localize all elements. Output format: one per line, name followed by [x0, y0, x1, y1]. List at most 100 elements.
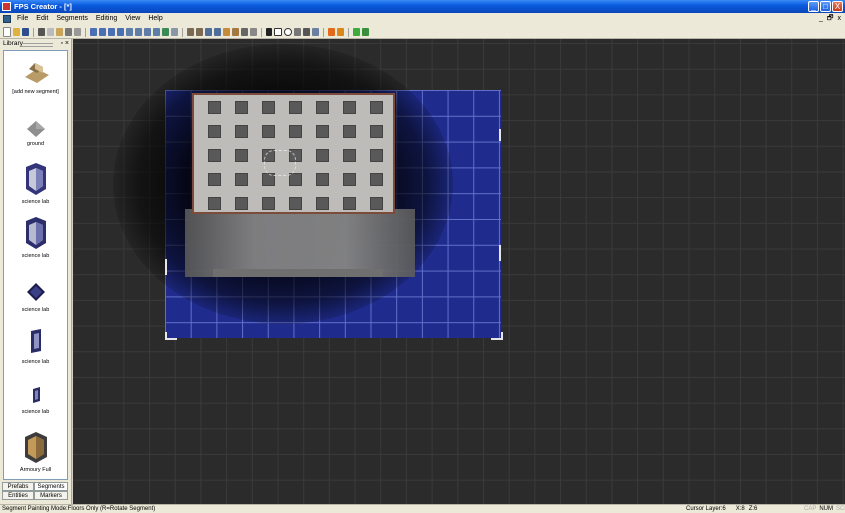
room-cell — [343, 173, 356, 186]
room-cell — [235, 149, 248, 162]
map-icon[interactable] — [162, 28, 169, 36]
library-title: Library — [3, 40, 23, 47]
library-item-label: Armoury Full — [19, 467, 52, 473]
status-cursor-layer: Cursor Layer:6 — [686, 506, 726, 512]
library-item[interactable]: science lab — [4, 327, 67, 365]
title-bar: FPS Creator - [*] _ □ X — [0, 0, 845, 13]
science-lab-icon — [30, 329, 41, 353]
mdi-close-button[interactable]: x — [838, 13, 842, 25]
grid-icon[interactable] — [117, 28, 124, 36]
zoom-out-icon[interactable] — [153, 28, 160, 36]
paste-icon[interactable] — [56, 28, 63, 36]
app-icon[interactable] — [2, 2, 11, 11]
tab-segments[interactable]: Segments — [34, 482, 68, 491]
map-editor-canvas[interactable] — [73, 39, 845, 504]
view-layer-down-icon[interactable] — [99, 28, 106, 36]
undo-icon[interactable] — [65, 28, 72, 36]
room-cell — [208, 125, 221, 138]
line-tool-icon[interactable] — [266, 28, 272, 36]
room-grid — [208, 101, 383, 210]
entity-mode-icon[interactable] — [196, 28, 203, 36]
view-3d-icon[interactable] — [144, 28, 151, 36]
pick-icon[interactable] — [241, 28, 248, 36]
menu-view[interactable]: View — [125, 13, 140, 25]
floor-tiles-painted — [185, 209, 415, 277]
view-top-icon[interactable] — [108, 28, 115, 36]
menu-bar: File Edit Segments Editing View Help _ 🗗… — [0, 13, 845, 25]
toolbar — [0, 25, 845, 39]
room-cell — [343, 125, 356, 138]
new-file-icon[interactable] — [3, 27, 11, 37]
menu-help[interactable]: Help — [148, 13, 162, 25]
menu-edit[interactable]: Edit — [36, 13, 48, 25]
draw-floor-icon[interactable] — [214, 28, 221, 36]
select-icon[interactable] — [250, 28, 257, 36]
library-item[interactable]: science lab — [4, 385, 67, 415]
menu-editing[interactable]: Editing — [96, 13, 117, 25]
room-cell — [289, 125, 302, 138]
cut-icon[interactable] — [38, 28, 45, 36]
segment-mode-icon[interactable] — [187, 28, 194, 36]
maximize-button[interactable]: □ — [820, 1, 831, 12]
redo-icon[interactable] — [74, 28, 81, 36]
pipette-icon[interactable] — [303, 28, 310, 36]
menu-file[interactable]: File — [17, 13, 28, 25]
room-segment[interactable] — [192, 93, 395, 214]
paint-icon[interactable] — [223, 28, 230, 36]
selection-corner — [498, 129, 501, 141]
save-icon[interactable] — [22, 28, 29, 36]
library-item[interactable]: [add new segment] — [4, 57, 67, 95]
circle-tool-icon[interactable] — [284, 28, 292, 36]
rotate-view-icon[interactable] — [135, 28, 142, 36]
brush-icon[interactable] — [312, 28, 319, 36]
player-start-marker[interactable] — [264, 150, 296, 176]
library-panel: Library ▫ × [add new segment] ground sci… — [0, 39, 72, 504]
tab-entities[interactable]: Entities — [2, 491, 34, 500]
library-item[interactable]: ground — [4, 119, 67, 147]
copy-icon[interactable] — [47, 28, 54, 36]
room-cell — [208, 101, 221, 114]
library-item-label: science lab — [21, 359, 50, 365]
toolbar-separator — [182, 27, 183, 37]
pick-segment-icon[interactable] — [205, 28, 212, 36]
open-folder-icon[interactable] — [13, 28, 20, 36]
toolbar-separator — [348, 27, 349, 37]
test-game-icon[interactable] — [353, 28, 360, 36]
room-cell — [343, 101, 356, 114]
tab-markers[interactable]: Markers — [34, 491, 68, 500]
status-scroll: SCRL — [836, 506, 845, 512]
rectangle-tool-icon[interactable] — [274, 28, 282, 36]
spray-icon[interactable] — [232, 28, 239, 36]
minimize-button[interactable]: _ — [808, 1, 819, 12]
library-item-label: [add new segment] — [12, 89, 59, 95]
fill-tool-icon[interactable] — [294, 28, 301, 36]
camera-icon[interactable] — [126, 28, 133, 36]
library-item[interactable]: science lab — [4, 281, 67, 313]
room-cell — [370, 173, 383, 186]
panel-grip[interactable] — [21, 43, 53, 47]
menu-segments[interactable]: Segments — [56, 13, 88, 25]
armoury-icon — [24, 432, 47, 463]
library-item[interactable]: science lab — [4, 163, 67, 205]
status-bar: Segment Painting Mode:Floors Only (R=Rot… — [0, 504, 845, 513]
panel-close-button[interactable]: ▫ × — [60, 39, 69, 49]
room-cell — [343, 197, 356, 210]
waypoint-icon[interactable] — [337, 28, 344, 36]
document-icon[interactable] — [3, 15, 11, 23]
close-button[interactable]: X — [832, 1, 843, 12]
flag-icon[interactable] — [328, 28, 335, 36]
room-cell — [262, 101, 275, 114]
mdi-minimize-button[interactable]: _ — [819, 13, 823, 25]
library-list[interactable]: [add new segment] ground science lab sci… — [3, 50, 68, 480]
build-game-icon[interactable] — [362, 28, 369, 36]
zoom-icon[interactable] — [171, 28, 178, 36]
tab-prefabs[interactable]: Prefabs — [2, 482, 34, 491]
room-cell — [370, 125, 383, 138]
science-lab-icon — [32, 387, 40, 403]
status-num: NUM — [819, 506, 834, 512]
mdi-restore-button[interactable]: 🗗 — [827, 13, 834, 25]
library-item[interactable]: science lab — [4, 217, 67, 259]
view-layer-up-icon[interactable] — [90, 28, 97, 36]
room-cell — [316, 125, 329, 138]
library-item[interactable]: Armoury Full — [4, 431, 67, 473]
